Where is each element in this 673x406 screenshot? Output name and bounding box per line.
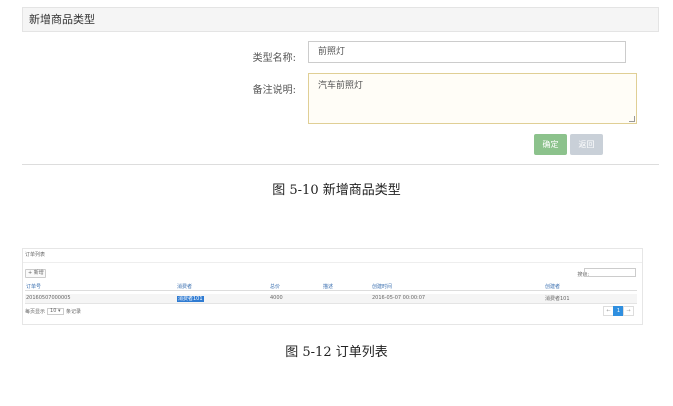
cell-total: 4000 (270, 295, 283, 301)
col-consumer[interactable]: 消费者 (177, 283, 192, 290)
col-order-no[interactable]: 订单号 (26, 283, 41, 290)
figure-caption-5-12: 图 5-12 订单列表 (285, 345, 388, 360)
length-prefix: 每页显示 (25, 309, 46, 315)
resize-grip-icon[interactable] (629, 116, 635, 122)
pagination: ← 1 → (603, 306, 634, 316)
page-length-select[interactable]: 10 ▾ (47, 308, 65, 315)
search-input[interactable] (584, 268, 636, 277)
page-length-value: 10 (50, 308, 57, 314)
col-description[interactable]: 描述 (323, 283, 333, 290)
order-list-title: 订单列表 (23, 249, 642, 263)
length-suffix: 条记录 (66, 309, 82, 315)
back-button[interactable]: 返回 (570, 134, 603, 155)
cell-creator: 消费者101 (545, 296, 570, 302)
remark-text: 汽车前照灯 (318, 81, 364, 91)
panel-title: 新增商品类型 (22, 7, 659, 32)
page-length-control: 每页显示 10 ▾ 条记录 (25, 308, 81, 315)
cell-consumer-text: 消费者101 (177, 296, 204, 302)
table-header: 订单号 消费者 总价 描述 创建时间 创建者 (25, 282, 637, 291)
col-creator[interactable]: 创建者 (545, 283, 560, 290)
type-name-input[interactable]: 前照灯 (308, 41, 626, 63)
remark-label: 备注说明: (252, 85, 296, 96)
cell-created-time: 2016-05-07 00:00:07 (372, 295, 426, 301)
col-total[interactable]: 总价 (270, 283, 280, 290)
add-order-button[interactable]: + 新增 (25, 269, 46, 278)
figure-caption-5-10: 图 5-10 新增商品类型 (272, 183, 401, 198)
remark-textarea[interactable]: 汽车前照灯 (308, 73, 637, 124)
add-product-type-panel: 新增商品类型 类型名称: 前照灯 备注说明: 汽车前照灯 确定 返回 (22, 7, 659, 165)
cell-order-no: 20160507000005 (26, 295, 71, 301)
confirm-button[interactable]: 确定 (534, 134, 567, 155)
next-page-button[interactable]: → (623, 306, 634, 316)
order-list-panel: 订单列表 + 新增 搜索: 订单号 消费者 总价 描述 创建时间 创建者 201… (22, 248, 643, 325)
table-row[interactable]: 20160507000005 消费者101 4000 2016-05-07 00… (25, 294, 637, 304)
col-created-time[interactable]: 创建时间 (372, 283, 392, 290)
type-name-label: 类型名称: (252, 53, 296, 64)
cell-consumer: 消费者101 (177, 295, 204, 302)
